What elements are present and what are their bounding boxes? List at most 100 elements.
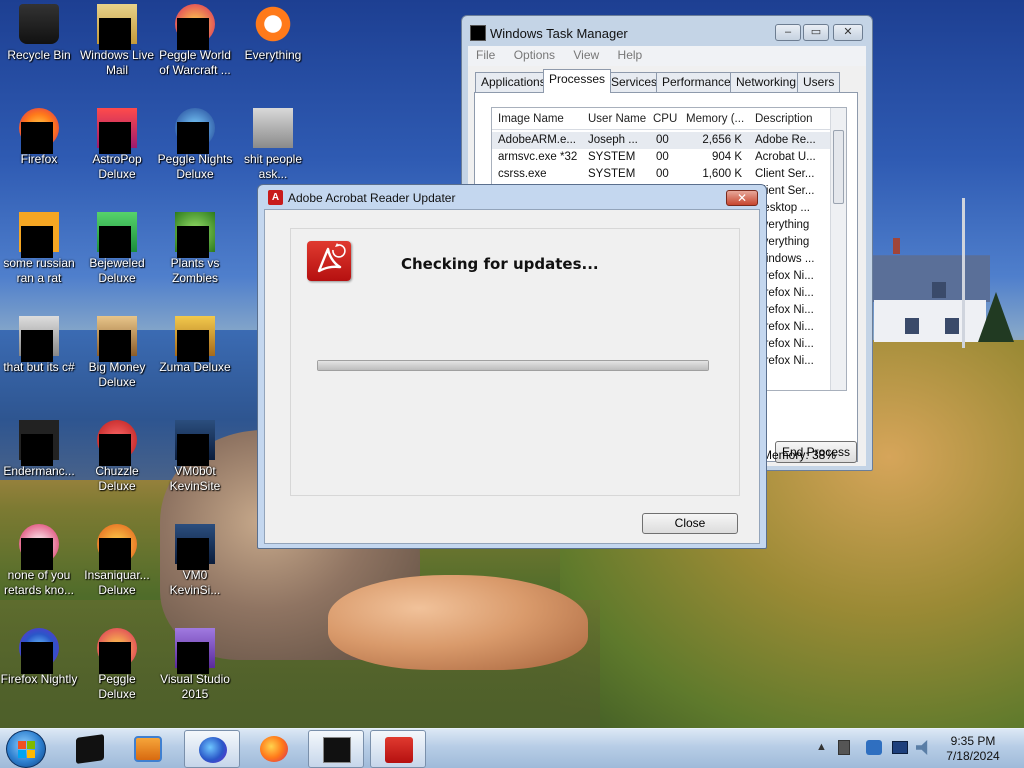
desktop-icon[interactable]: Firefox: [0, 108, 78, 167]
dialog-close-button[interactable]: ✕: [726, 190, 758, 206]
wallpaper-chimney: [893, 238, 900, 254]
vm0-kevinsi-icon: [175, 524, 215, 570]
redaction-block: [99, 330, 131, 362]
start-orb-button[interactable]: [6, 730, 46, 768]
desktop-icon[interactable]: Windows Live Mail: [78, 4, 156, 78]
wallpaper-house-window: [945, 318, 959, 334]
desktop-icon[interactable]: AstroPop Deluxe: [78, 108, 156, 182]
scrollbar-thumb[interactable]: [833, 130, 844, 204]
desktop-icon[interactable]: Plants vs Zombies: [156, 212, 234, 286]
minimize-button[interactable]: ‒: [775, 24, 801, 41]
close-button[interactable]: ✕: [833, 24, 863, 41]
column-user-name[interactable]: User Name: [588, 113, 646, 125]
process-list-scrollbar[interactable]: [830, 108, 846, 390]
that-but-its-csharp-icon: [19, 316, 59, 362]
redaction-block: [177, 18, 209, 50]
update-progress-fill: [318, 361, 708, 370]
visual-studio-2015-icon: [175, 628, 215, 674]
tray-device-icon[interactable]: [838, 740, 850, 755]
peggle-world-of-warcraft-icon: [175, 4, 215, 50]
recycle-bin-icon: [19, 4, 59, 44]
menu-view[interactable]: View: [565, 46, 606, 62]
tray-network-icon[interactable]: [892, 741, 908, 754]
insaniquarium-deluxe-icon: [97, 524, 137, 570]
desktop-icon[interactable]: Peggle Nights Deluxe: [156, 108, 234, 182]
desktop-icon[interactable]: Firefox Nightly: [0, 628, 78, 687]
windows-logo-icon: [18, 741, 35, 758]
desktop-icon[interactable]: some russian ran a rat: [0, 212, 78, 286]
column-memory[interactable]: Memory (...: [686, 113, 744, 125]
zuma-deluxe-icon: [175, 316, 215, 362]
process-cpu: 00: [656, 134, 669, 146]
process-row[interactable]: AdobeARM.e... Joseph ... 00 2,656 K Adobe Re…: [492, 132, 832, 149]
tab-users[interactable]: Users: [797, 72, 841, 92]
taskbar-clock[interactable]: 9:35 PM 7/18/2024: [938, 734, 1008, 764]
column-description[interactable]: Description: [755, 113, 813, 125]
desktop-icon[interactable]: shit people ask...: [234, 108, 312, 182]
desktop-icon[interactable]: Zuma Deluxe: [156, 316, 234, 375]
desktop-icon[interactable]: Bejeweled Deluxe: [78, 212, 156, 286]
tab-processes[interactable]: Processes: [543, 69, 612, 93]
menu-options[interactable]: Options: [506, 46, 562, 62]
clock-date: 7/18/2024: [946, 749, 1000, 763]
desktop-icon-label: Firefox Nightly: [0, 672, 78, 686]
desktop-icon[interactable]: that but its c#: [0, 316, 78, 375]
desktop-icon[interactable]: none of you retards kno...: [0, 524, 78, 598]
desktop-icon-label: Firefox: [20, 152, 58, 166]
desktop-icon[interactable]: Everything: [234, 4, 312, 63]
desktop-icon[interactable]: Endermanc...: [0, 420, 78, 479]
tab-networking[interactable]: Networking: [730, 72, 803, 92]
desktop-icon[interactable]: Chuzzle Deluxe: [78, 420, 156, 494]
media-player-icon: [134, 736, 162, 762]
redaction-block: [21, 226, 53, 258]
taskbar-app-firefox[interactable]: [246, 730, 302, 768]
clock-time: 9:35 PM: [950, 734, 996, 748]
process-row[interactable]: csrss.exe SYSTEM 00 1,600 K Client Ser...: [492, 166, 832, 183]
status-message: Checking for updates...: [401, 255, 599, 273]
process-memory: 904 K: [711, 151, 742, 163]
process-row[interactable]: armsvc.exe *32 SYSTEM 00 904 K Acrobat U...: [492, 149, 832, 166]
process-user-name: Joseph ...: [588, 134, 638, 146]
menu-help[interactable]: Help: [610, 46, 650, 62]
menu-file[interactable]: File: [468, 46, 502, 62]
taskbar-app-task-manager[interactable]: [308, 730, 364, 768]
redaction-block: [99, 122, 131, 154]
astropop-deluxe-icon: [97, 108, 137, 154]
show-hidden-icons-button[interactable]: ▲: [816, 741, 827, 753]
redaction-block: [177, 642, 209, 674]
everything-icon: [253, 4, 293, 44]
tray-security-icon[interactable]: [866, 740, 882, 755]
taskbar-app-terminal[interactable]: [62, 730, 118, 768]
taskbar-app-media-player[interactable]: [120, 730, 176, 768]
chuzzle-deluxe-icon: [97, 420, 137, 466]
desktop-icon[interactable]: Recycle Bin: [0, 4, 78, 63]
column-cpu[interactable]: CPU: [653, 113, 677, 125]
menu-bar: File Options View Help: [468, 46, 866, 66]
wallpaper-rock: [328, 575, 588, 670]
desktop-icon[interactable]: VM0b0t KevinSite: [156, 420, 234, 494]
desktop-icon-label: some russian ran a rat: [3, 256, 75, 285]
none-of-you-icon: [19, 524, 59, 570]
desktop-icon[interactable]: Peggle World of Warcraft ...: [156, 4, 234, 78]
tab-services[interactable]: Services: [605, 72, 664, 92]
process-list-header: Image Name User Name CPU Memory (... Des…: [492, 108, 832, 130]
maximize-button[interactable]: ▭: [803, 24, 829, 41]
volume-icon[interactable]: [916, 740, 928, 755]
desktop-icon-label: Visual Studio 2015: [160, 672, 230, 701]
desktop-icon[interactable]: Peggle Deluxe: [78, 628, 156, 702]
desktop-icon-label: Everything: [244, 48, 302, 62]
close-button[interactable]: Close: [642, 513, 738, 534]
acrobat-updater-dialog[interactable]: A Adobe Acrobat Reader Updater ✕ Checkin…: [257, 184, 767, 549]
desktop-icon-label: Endermanc...: [3, 464, 75, 478]
redaction-block: [99, 538, 131, 570]
tab-performance[interactable]: Performance: [656, 72, 737, 92]
desktop-icon[interactable]: Visual Studio 2015: [156, 628, 234, 702]
redaction-block: [177, 122, 209, 154]
desktop-icon[interactable]: VM0 KevinSi...: [156, 524, 234, 598]
taskbar-app-acrobat-updater[interactable]: [370, 730, 426, 768]
taskbar-app-firefox-nightly[interactable]: [184, 730, 240, 768]
desktop-icon[interactable]: Insaniquar... Deluxe: [78, 524, 156, 598]
tab-applications[interactable]: Applications: [475, 72, 552, 92]
desktop-icon[interactable]: Big Money Deluxe: [78, 316, 156, 390]
column-image-name[interactable]: Image Name: [498, 113, 564, 125]
